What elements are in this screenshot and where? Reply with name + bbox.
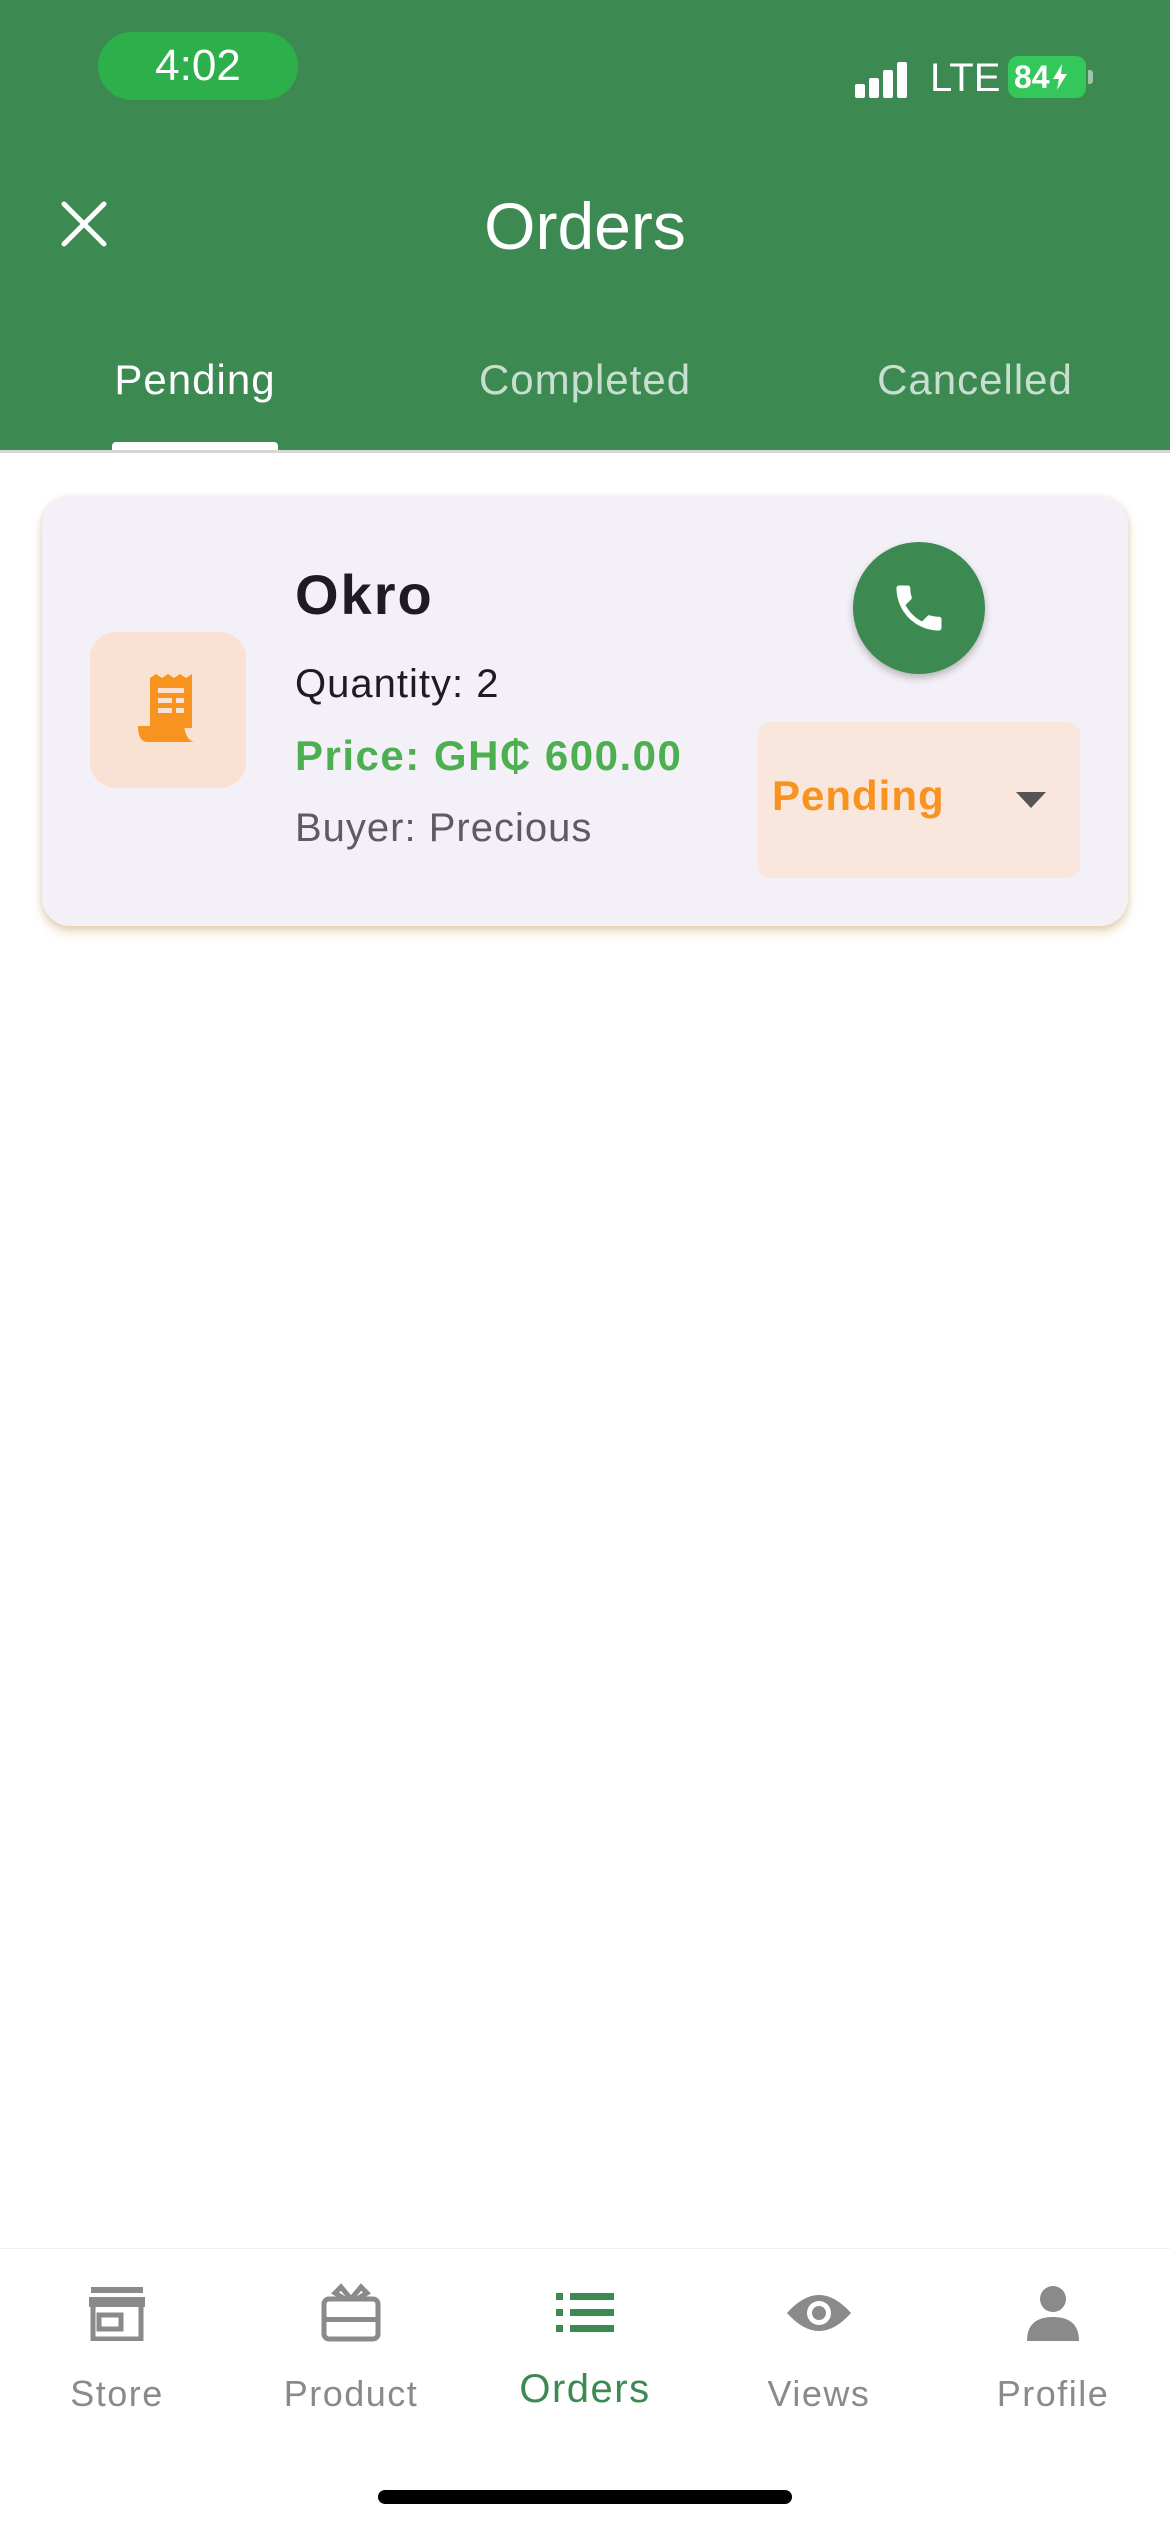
status-bar: 4:02 LTE 84	[0, 0, 1170, 140]
order-status-dropdown[interactable]: Pending	[758, 722, 1080, 878]
orders-screen: 4:02 LTE 84 Orders Pending Completed Can…	[0, 0, 1170, 2532]
network-type: LTE	[930, 56, 1001, 100]
caret-down-icon	[1016, 792, 1046, 808]
charging-bolt-icon	[1052, 64, 1067, 90]
nav-store[interactable]: Store	[0, 2279, 234, 2439]
phone-icon	[896, 585, 942, 631]
receipt-icon	[138, 674, 194, 742]
order-thumbnail	[90, 632, 246, 788]
order-card[interactable]: Okro Quantity: 2 Price: GH₵ 600.00 Buyer…	[42, 496, 1128, 926]
order-status-value: Pending	[772, 772, 945, 819]
store-icon	[83, 2279, 151, 2347]
nav-label-orders: Orders	[519, 2367, 651, 2411]
tab-cancelled[interactable]: Cancelled	[780, 340, 1170, 440]
eye-icon	[785, 2279, 853, 2347]
battery-cap	[1088, 70, 1093, 84]
home-indicator[interactable]	[378, 2490, 792, 2504]
nav-product[interactable]: Product	[234, 2279, 468, 2439]
nav-orders[interactable]: Orders	[468, 2279, 702, 2439]
header-divider	[0, 450, 1170, 453]
active-tab-indicator	[112, 442, 278, 450]
nav-label-profile: Profile	[996, 2373, 1110, 2414]
nav-views[interactable]: Views	[702, 2279, 936, 2439]
order-price: Price: GH₵ 600.00	[295, 732, 683, 779]
app-header: 4:02 LTE 84 Orders Pending Completed Can…	[0, 0, 1170, 450]
nav-profile[interactable]: Profile	[936, 2279, 1170, 2439]
page-title: Orders	[484, 189, 686, 263]
status-time: 4:02	[98, 32, 298, 100]
battery-icon: 84	[1008, 56, 1086, 98]
nav-label-store: Store	[70, 2373, 164, 2414]
order-tabs: Pending Completed Cancelled	[0, 340, 1170, 450]
signal-icon	[855, 56, 915, 98]
product-name: Okro	[295, 563, 434, 626]
call-buyer-button[interactable]	[853, 542, 985, 674]
list-icon	[551, 2279, 619, 2347]
nav-label-product: Product	[283, 2373, 419, 2414]
order-buyer: Buyer: Precious	[295, 806, 593, 850]
gift-card-icon	[317, 2279, 385, 2347]
tab-pending[interactable]: Pending	[0, 340, 390, 440]
order-quantity: Quantity: 2	[295, 662, 500, 706]
battery-level: 84	[1014, 58, 1050, 95]
nav-label-views: Views	[767, 2373, 871, 2414]
tab-completed[interactable]: Completed	[390, 340, 780, 440]
person-icon	[1019, 2279, 1087, 2347]
